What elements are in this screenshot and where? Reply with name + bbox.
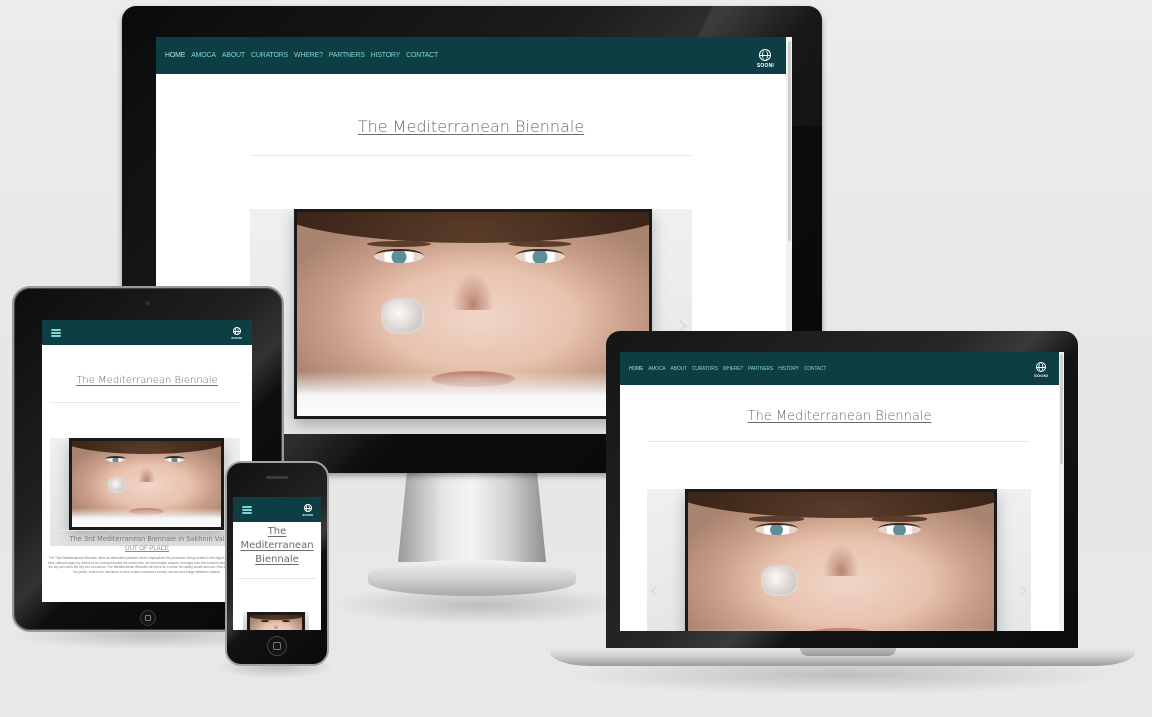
laptop-title-rule bbox=[648, 441, 1030, 442]
tablet-navbar: SOONI bbox=[42, 320, 252, 345]
laptop-nav-history[interactable]: HISTORY bbox=[778, 366, 799, 372]
desktop-nav-curators[interactable]: CURATORS bbox=[251, 52, 288, 59]
desktop-title-rule bbox=[250, 155, 692, 156]
desktop-nav-contact[interactable]: CONTACT bbox=[406, 52, 438, 59]
laptop-logo[interactable]: SOONI bbox=[1034, 362, 1048, 378]
desktop-nav-where[interactable]: WHERE? bbox=[294, 52, 323, 59]
laptop-nav-amoca[interactable]: AMOCA bbox=[648, 366, 666, 372]
phone-slider-image[interactable] bbox=[243, 612, 309, 630]
desktop-nav-links: HOME AMOCA ABOUT CURATORS WHERE? PARTNER… bbox=[165, 52, 438, 59]
tablet-body-text: The Third Mediterranean Biennale offers … bbox=[48, 556, 246, 574]
laptop-notch bbox=[800, 648, 896, 656]
laptop-nav-about[interactable]: ABOUT bbox=[671, 366, 687, 372]
laptop-slider-image[interactable]: ‹ › bbox=[647, 489, 1031, 631]
tablet-logo[interactable]: SOONI bbox=[231, 327, 242, 340]
phone-logo[interactable]: SOONI bbox=[302, 504, 313, 517]
laptop-nav-partners[interactable]: PARTNERS bbox=[748, 366, 773, 372]
desktop-navbar: HOME AMOCA ABOUT CURATORS WHERE? PARTNER… bbox=[156, 37, 792, 74]
tablet-logo-text: SOONI bbox=[231, 336, 242, 340]
phone-page-title[interactable]: The Mediterranean Biennale bbox=[239, 525, 315, 567]
laptop-scrollbar[interactable] bbox=[1059, 352, 1064, 631]
desktop-nav-partners[interactable]: PARTNERS bbox=[329, 52, 365, 59]
desktop-logo-text: SOONI bbox=[756, 63, 774, 69]
hamburger-menu-icon[interactable] bbox=[242, 505, 252, 514]
chevron-left-icon[interactable]: ‹ bbox=[649, 575, 659, 605]
tablet-page-title[interactable]: The Mediterranean Biennale bbox=[42, 375, 252, 386]
globe-icon bbox=[1036, 362, 1047, 372]
desktop-logo[interactable]: SOONI bbox=[757, 49, 774, 69]
phone-speaker bbox=[266, 476, 288, 479]
desktop-nav-home[interactable]: HOME bbox=[165, 52, 185, 59]
phone-title-rule bbox=[237, 578, 317, 579]
tablet-camera bbox=[145, 301, 150, 306]
laptop-nav-home[interactable]: HOME bbox=[629, 366, 643, 372]
desktop-page-title[interactable]: The Mediterranean Biennale bbox=[156, 117, 786, 136]
laptop-nav-curators[interactable]: CURATORS bbox=[692, 366, 718, 372]
desktop-nav-about[interactable]: ABOUT bbox=[222, 52, 245, 59]
tablet-content-rule bbox=[50, 530, 240, 531]
monitor-stand-base bbox=[368, 560, 576, 596]
globe-icon bbox=[759, 49, 772, 61]
tablet-subheading: The 3rd Mediterranean Biennale in Sakhni… bbox=[69, 535, 235, 543]
tablet-title-rule bbox=[50, 402, 240, 403]
laptop-page-title[interactable]: The Mediterranean Biennale bbox=[620, 409, 1059, 424]
globe-icon bbox=[232, 327, 241, 335]
phone-navbar: SOONI bbox=[233, 497, 321, 522]
tablet-link[interactable]: OUT OF PLACE bbox=[42, 546, 252, 552]
laptop-nav-contact[interactable]: CONTACT bbox=[804, 366, 827, 372]
laptop-nav-links: HOME AMOCA ABOUT CURATORS WHERE? PARTNER… bbox=[629, 366, 826, 372]
phone-logo-text: SOONI bbox=[302, 513, 313, 517]
desktop-nav-amoca[interactable]: AMOCA bbox=[191, 52, 216, 59]
laptop-logo-text: SOONI bbox=[1034, 373, 1048, 378]
laptop-nav-where[interactable]: WHERE? bbox=[723, 366, 743, 372]
chevron-right-icon[interactable]: › bbox=[1019, 575, 1029, 605]
tablet-home-button[interactable] bbox=[140, 610, 156, 626]
hamburger-menu-icon[interactable] bbox=[51, 328, 61, 337]
laptop-screen: HOME AMOCA ABOUT CURATORS WHERE? PARTNER… bbox=[620, 352, 1064, 631]
globe-icon bbox=[303, 504, 312, 512]
tablet-screen: SOONI The Mediterranean Biennale The 3rd… bbox=[42, 320, 252, 602]
phone-home-button[interactable] bbox=[267, 636, 287, 656]
desktop-nav-history[interactable]: HISTORY bbox=[371, 52, 401, 59]
monitor-stand-neck bbox=[398, 472, 546, 562]
laptop-navbar: HOME AMOCA ABOUT CURATORS WHERE? PARTNER… bbox=[620, 352, 1064, 385]
phone-screen: SOONI The Mediterranean Biennale bbox=[233, 497, 321, 630]
